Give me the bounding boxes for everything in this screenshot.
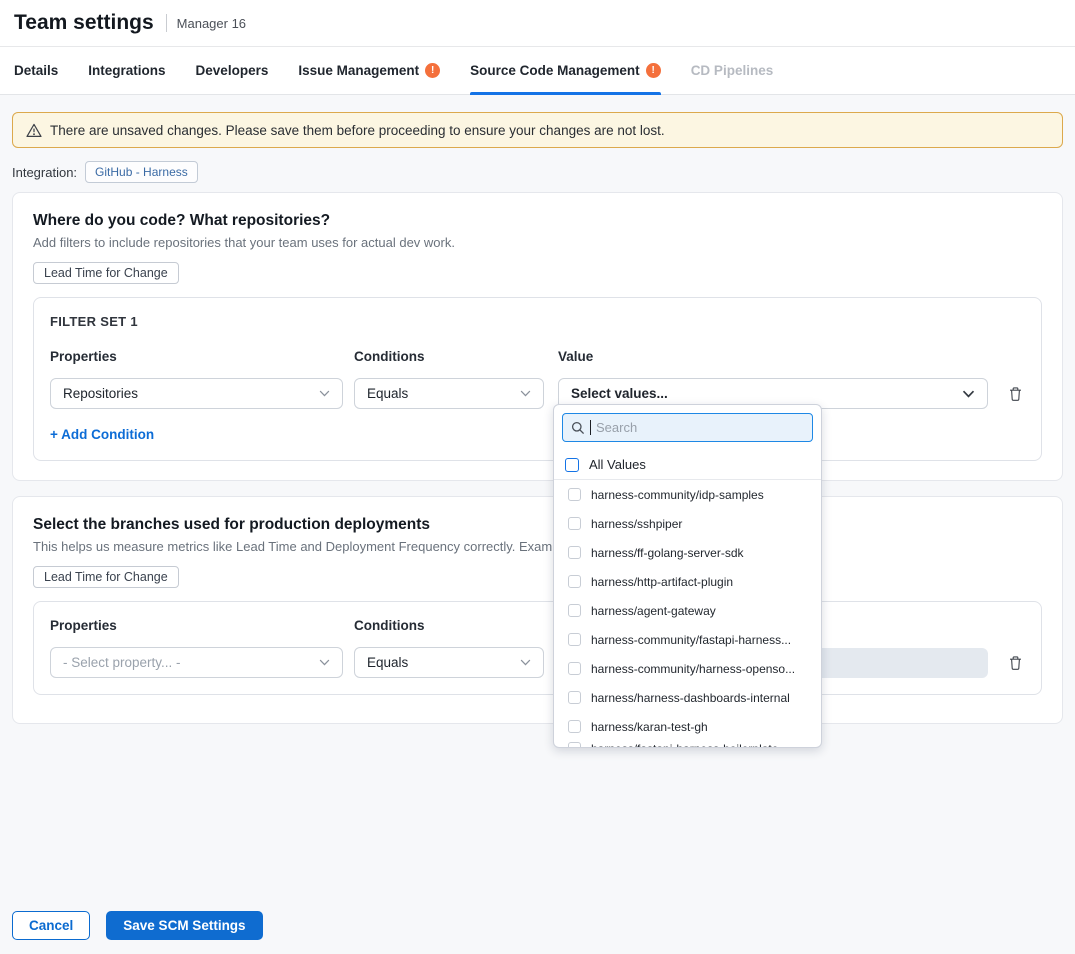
page-header: Team settings Manager 16 (0, 0, 1075, 47)
conditions-label: Conditions (354, 618, 544, 633)
property-select[interactable]: - Select property... - (50, 647, 343, 678)
repo-option[interactable]: harness-community/fastapi-harness... (554, 625, 821, 654)
all-values-option[interactable]: All Values (554, 450, 821, 480)
settings-tab-bar: Details Integrations Developers Issue Ma… (0, 47, 1075, 95)
delete-filter-button[interactable] (1006, 385, 1024, 403)
repo-option[interactable]: harness/karan-test-gh (554, 712, 821, 741)
repo-option[interactable]: harness/harness-dashboards-internal (554, 683, 821, 712)
save-scm-settings-button[interactable]: Save SCM Settings (106, 911, 262, 940)
delete-filter-button[interactable] (1006, 654, 1024, 672)
trash-icon (1008, 655, 1023, 671)
properties-label: Properties (50, 349, 343, 364)
checkbox-icon[interactable] (568, 720, 581, 733)
tab-source-code-management[interactable]: Source Code Management ! (470, 47, 661, 94)
repo-option-clipped[interactable]: harness/fastapi-harness-boilerplate (554, 741, 821, 748)
search-placeholder: Search (596, 420, 637, 435)
checkbox-icon[interactable] (568, 604, 581, 617)
lead-time-badge: Lead Time for Change (33, 262, 179, 284)
integration-row: Integration: GitHub - Harness (12, 161, 1063, 183)
repo-option[interactable]: harness/sshpiper (554, 509, 821, 538)
chevron-down-icon (319, 390, 330, 397)
banner-text: There are unsaved changes. Please save t… (50, 123, 665, 138)
value-label: Value (558, 349, 988, 364)
footer-actions: Cancel Save SCM Settings (12, 911, 263, 940)
tab-details[interactable]: Details (14, 47, 58, 94)
checkbox-icon[interactable] (568, 517, 581, 530)
branches-card-title: Select the branches used for production … (33, 515, 1042, 534)
team-settings-page: Team settings Manager 16 Details Integra… (0, 0, 1075, 954)
branches-card: Select the branches used for production … (12, 496, 1063, 724)
integration-chip[interactable]: GitHub - Harness (85, 161, 198, 183)
title-divider (166, 14, 167, 32)
repo-option[interactable]: harness-community/idp-samples (554, 480, 821, 509)
checkbox-icon[interactable] (568, 742, 581, 748)
branches-filter-box: Properties Conditions - Select property.… (33, 601, 1042, 695)
properties-label: Properties (50, 618, 343, 633)
filter-set-1-box: FILTER SET 1 Properties Conditions Value… (33, 297, 1042, 461)
warning-badge-icon: ! (646, 63, 661, 78)
checkbox-icon[interactable] (568, 546, 581, 559)
chevron-down-icon (962, 390, 975, 398)
conditions-label: Conditions (354, 349, 544, 364)
content-area: There are unsaved changes. Please save t… (0, 95, 1075, 724)
dropdown-search-input[interactable]: Search (562, 413, 813, 442)
filter-column-labels: Properties Conditions Value (50, 349, 1025, 364)
tab-issue-management[interactable]: Issue Management ! (298, 47, 440, 94)
repo-option[interactable]: harness/agent-gateway (554, 596, 821, 625)
page-title: Team settings (14, 11, 154, 35)
chevron-down-icon (520, 659, 531, 666)
integration-label: Integration: (12, 165, 77, 180)
tab-developers[interactable]: Developers (196, 47, 269, 94)
checkbox-icon[interactable] (568, 633, 581, 646)
repositories-card-title: Where do you code? What repositories? (33, 211, 1042, 230)
text-cursor (590, 420, 591, 435)
tab-cd-pipelines: CD Pipelines (691, 47, 774, 94)
search-icon (571, 421, 585, 435)
cancel-button[interactable]: Cancel (12, 911, 90, 940)
repositories-card: Where do you code? What repositories? Ad… (12, 192, 1063, 481)
checkbox-icon[interactable] (568, 691, 581, 704)
team-name-label: Manager 16 (177, 16, 246, 31)
checkbox-icon[interactable] (565, 458, 579, 472)
repo-option[interactable]: harness-community/harness-openso... (554, 654, 821, 683)
checkbox-icon[interactable] (568, 488, 581, 501)
condition-select[interactable]: Equals (354, 647, 544, 678)
checkbox-icon[interactable] (568, 662, 581, 675)
filter-set-label: FILTER SET 1 (50, 314, 1025, 329)
add-condition-link[interactable]: + Add Condition (50, 427, 154, 442)
tab-integrations[interactable]: Integrations (88, 47, 165, 94)
repo-option[interactable]: harness/ff-golang-server-sdk (554, 538, 821, 567)
unsaved-changes-banner: There are unsaved changes. Please save t… (12, 112, 1063, 148)
warning-badge-icon: ! (425, 63, 440, 78)
repositories-card-subtitle: Add filters to include repositories that… (33, 234, 1042, 251)
chevron-down-icon (520, 390, 531, 397)
filter-row: Repositories Equals Select values... (50, 378, 1025, 409)
lead-time-badge: Lead Time for Change (33, 566, 179, 588)
filter-column-labels: Properties Conditions (50, 618, 1025, 633)
warning-triangle-icon (26, 123, 42, 138)
chevron-down-icon (319, 659, 330, 666)
branches-card-subtitle: This helps us measure metrics like Lead … (33, 538, 1042, 555)
repo-option[interactable]: harness/http-artifact-plugin (554, 567, 821, 596)
dropdown-search-wrap: Search (554, 405, 821, 450)
property-select[interactable]: Repositories (50, 378, 343, 409)
checkbox-icon[interactable] (568, 575, 581, 588)
filter-row: - Select property... - Equals (50, 647, 1025, 678)
values-dropdown-panel: Search All Values harness-community/idp-… (553, 404, 822, 748)
trash-icon (1008, 386, 1023, 402)
condition-select[interactable]: Equals (354, 378, 544, 409)
